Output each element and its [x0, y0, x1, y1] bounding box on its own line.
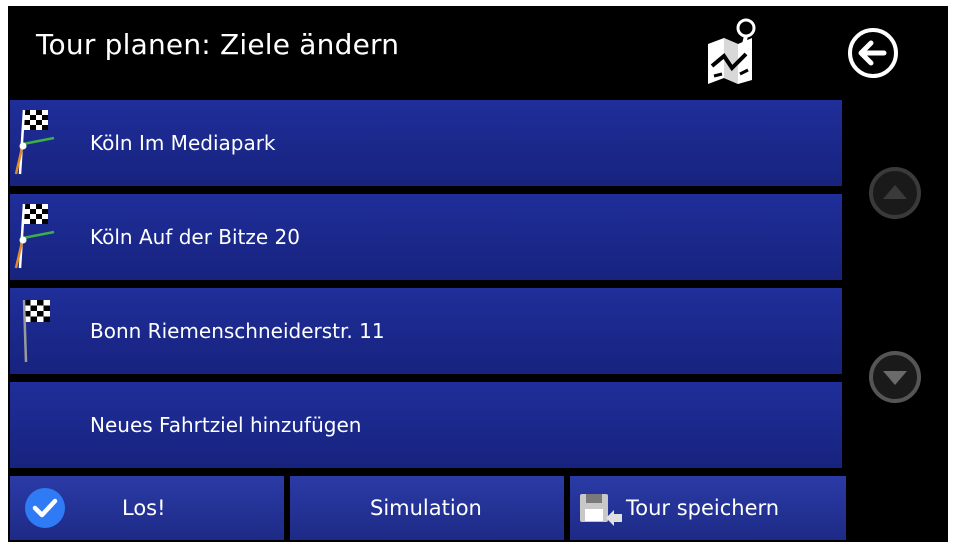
- map-route-button[interactable]: [702, 16, 760, 86]
- scroll-down-icon: [869, 351, 921, 403]
- back-button[interactable]: [846, 26, 900, 80]
- save-disk-icon: [580, 494, 622, 526]
- simulation-button[interactable]: Simulation: [290, 476, 564, 540]
- destination-item-3[interactable]: Bonn Riemenschneiderstr. 11: [10, 288, 842, 374]
- destination-list: Köln Im Mediapark Köln Auf der Bitze 20: [10, 100, 842, 476]
- simulation-button-label: Simulation: [370, 496, 482, 520]
- checkered-flag-icon: [22, 299, 50, 363]
- header-bar: Tour planen: Ziele ändern: [8, 6, 948, 94]
- scroll-up-button[interactable]: [868, 166, 922, 220]
- add-destination-label: Neues Fahrtziel hinzufügen: [90, 413, 362, 437]
- checkered-flag-route-icon: [14, 109, 55, 175]
- save-tour-button-label: Tour speichern: [626, 496, 780, 520]
- go-button-label: Los!: [122, 496, 166, 520]
- destination-label: Bonn Riemenschneiderstr. 11: [90, 319, 385, 343]
- bottom-action-bar: Los! Simulation Tour speichern: [8, 476, 948, 542]
- scroll-down-button[interactable]: [868, 350, 922, 404]
- destination-item-2[interactable]: Köln Auf der Bitze 20: [10, 194, 842, 280]
- back-arrow-icon: [848, 28, 898, 78]
- scroll-up-icon: [869, 167, 921, 219]
- destination-label: Köln Auf der Bitze 20: [90, 225, 301, 249]
- destination-label: Köln Im Mediapark: [90, 131, 276, 155]
- destination-item-1[interactable]: Köln Im Mediapark: [10, 100, 842, 186]
- save-tour-button[interactable]: Tour speichern: [570, 476, 846, 540]
- add-destination-item[interactable]: Neues Fahrtziel hinzufügen: [10, 382, 842, 468]
- map-route-icon: [708, 18, 756, 84]
- checkmark-icon: [25, 488, 65, 528]
- go-button[interactable]: Los!: [10, 476, 284, 540]
- checkered-flag-route-icon: [14, 203, 55, 269]
- navigation-screen: Tour planen: Ziele ändern Köln Im Mediap…: [8, 6, 948, 542]
- page-title: Tour planen: Ziele ändern: [36, 28, 400, 61]
